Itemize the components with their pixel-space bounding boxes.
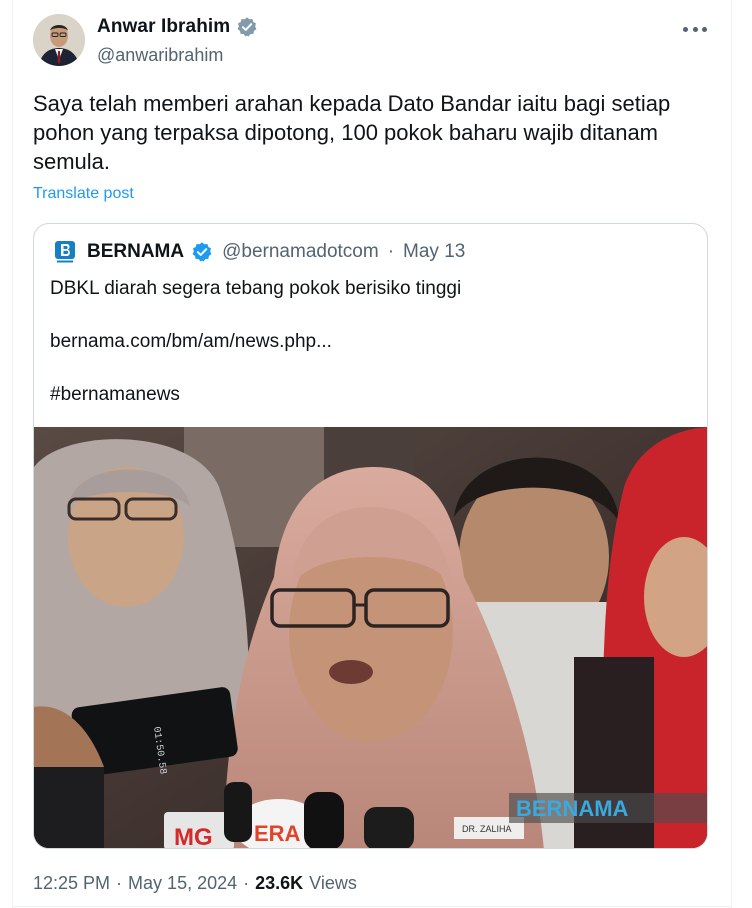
meta-separator: · (243, 873, 250, 893)
verified-badge-icon (192, 242, 212, 262)
views-label: Views (309, 873, 357, 893)
quoted-link[interactable]: bernama.com/bm/am/news.php... (50, 331, 332, 353)
quoted-hashtag[interactable]: #bernamanews (50, 384, 180, 406)
views-count: 23.6K (255, 873, 304, 893)
translate-post-link[interactable]: Translate post (33, 185, 134, 203)
more-options-icon[interactable] (683, 22, 707, 36)
tweet-text: Saya telah memberi arahan kepada Dato Ba… (33, 91, 671, 174)
author-handle[interactable]: @anwaribrahim (97, 45, 223, 66)
tweet-time[interactable]: 12:25 PM (33, 873, 110, 894)
bernama-logo-icon (55, 241, 75, 263)
mic-label-era: ERA (254, 821, 301, 846)
more-dot (692, 26, 698, 32)
author-name-row[interactable]: Anwar Ibrahim (97, 16, 258, 38)
quoted-tweet-header: BERNAMA @bernamadotcom · May 13 (54, 240, 465, 264)
tweet-card: Anwar Ibrahim @anwaribrahim Saya telah m… (0, 0, 752, 908)
quoted-text-line: DBKL diarah segera tebang pokok berisiko… (50, 278, 462, 299)
author-name[interactable]: Anwar Ibrahim (97, 16, 230, 38)
quoted-author-name[interactable]: BERNAMA (87, 241, 184, 263)
mic-label-mg: MG (174, 824, 213, 849)
card-border-right (731, 0, 732, 908)
photo-watermark: BERNAMA (516, 796, 629, 821)
quoted-date[interactable]: May 13 (403, 241, 465, 263)
more-dot (702, 26, 707, 32)
meta-separator: · (116, 873, 123, 893)
more-dot (683, 26, 688, 32)
card-border-bottom (12, 906, 732, 907)
quoted-photo[interactable]: 01:50.58 MG ERA DR. ZALIHA BERNAMA (34, 427, 707, 849)
name-badge: DR. ZALIHA (462, 824, 512, 834)
quoted-author-handle[interactable]: @bernamadotcom (222, 241, 379, 263)
card-border-left (12, 0, 13, 908)
quoted-tweet[interactable]: BERNAMA @bernamadotcom · May 13 DBKL dia… (33, 223, 708, 849)
quoted-separator: · (387, 241, 395, 262)
tweet-meta: 12:25 PM · May 15, 2024 · 23.6K Views (33, 873, 357, 894)
author-avatar[interactable] (33, 14, 85, 66)
tweet-date[interactable]: May 15, 2024 (128, 873, 237, 894)
verified-badge-icon (237, 17, 257, 37)
